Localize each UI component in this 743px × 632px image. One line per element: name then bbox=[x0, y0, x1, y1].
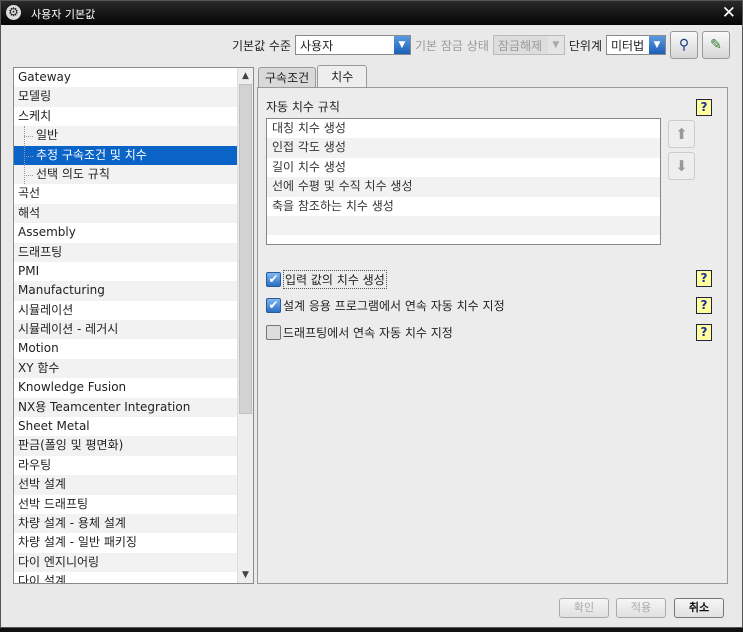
list-item[interactable]: 선에 수평 및 수직 치수 생성 bbox=[267, 177, 660, 197]
gear-icon: ⚙ bbox=[6, 5, 21, 20]
help-icon[interactable]: ? bbox=[696, 270, 712, 287]
checkbox[interactable] bbox=[266, 325, 281, 340]
lock-state-label: 기본 잠금 상태 bbox=[415, 38, 489, 53]
tree-item[interactable]: 시뮬레이션 bbox=[14, 301, 237, 320]
list-item[interactable]: 인접 각도 생성 bbox=[267, 138, 660, 158]
scroll-up-icon[interactable]: ▲ bbox=[238, 68, 253, 84]
dimensions-panel: 자동 치수 규칙 ? 대칭 치수 생성 인접 각도 생성 길이 치수 생성 선에… bbox=[257, 87, 728, 584]
tab-bar: 구속조건 치수 bbox=[258, 65, 368, 88]
tree-item[interactable]: 모델링 bbox=[14, 87, 237, 107]
tree-item[interactable]: 라우팅 bbox=[14, 456, 237, 475]
checkbox[interactable]: ✔ bbox=[266, 298, 281, 313]
tab-constraints[interactable]: 구속조건 bbox=[258, 67, 317, 88]
default-level-label: 기본값 수준 bbox=[231, 38, 291, 53]
help-icon[interactable]: ? bbox=[696, 324, 712, 341]
arrow-down-icon: ⬇ bbox=[675, 157, 688, 175]
tree-item[interactable]: 드래프팅 bbox=[14, 242, 237, 262]
tree-item[interactable]: 선박 드래프팅 bbox=[14, 495, 237, 514]
wand-icon: ✎ bbox=[710, 37, 722, 53]
default-level-value: 사용자 bbox=[300, 38, 334, 53]
units-select[interactable]: 미터법 ▼ bbox=[606, 35, 666, 55]
list-item[interactable]: 대칭 치수 생성 bbox=[267, 119, 660, 138]
lock-state-value: 잠금해제 bbox=[497, 38, 543, 53]
binoculars-button[interactable]: ⚲ bbox=[670, 31, 698, 59]
window-title: 사용자 기본값 bbox=[31, 8, 96, 21]
cancel-button[interactable]: 취소 bbox=[674, 598, 724, 618]
title-bar: ⚙ 사용자 기본값 ✕ bbox=[1, 1, 742, 25]
tree-item[interactable]: NX용 Teamcenter Integration bbox=[14, 397, 237, 418]
tree-item[interactable]: 스케치 bbox=[14, 107, 237, 126]
toolbar: 기본값 수준 사용자 ▼ 기본 잠금 상태 잠금해제 ▼ 단위계 미터법 ▼ ⚲… bbox=[231, 31, 730, 59]
taskbar-edge bbox=[0, 628, 743, 632]
section-title: 자동 치수 규칙 bbox=[266, 100, 340, 114]
list-item[interactable]: 축을 참조하는 치수 생성 bbox=[267, 197, 660, 216]
tree-item[interactable]: PMI bbox=[14, 262, 237, 281]
tree-item[interactable]: 다이 설계 bbox=[14, 572, 237, 583]
tree-item[interactable]: 다이 엔지니어링 bbox=[14, 552, 237, 573]
tree-item[interactable]: Manufacturing bbox=[14, 281, 237, 301]
tree-item[interactable]: 선택 의도 규칙 bbox=[14, 164, 237, 185]
tree-item[interactable]: Motion bbox=[14, 339, 237, 358]
option-continuous-auto-dim-drafting[interactable]: 드래프팅에서 연속 자동 치수 지정 bbox=[266, 324, 453, 341]
tree-item[interactable]: 판금(폴잉 및 평면화) bbox=[14, 436, 237, 456]
tree-item[interactable]: 추정 구속조건 및 치수 bbox=[14, 145, 237, 166]
tree-item[interactable]: Gateway bbox=[14, 68, 237, 87]
option-create-input-dimensions[interactable]: ✔ 입력 값의 치수 생성 bbox=[266, 270, 387, 289]
default-level-select[interactable]: 사용자 ▼ bbox=[295, 35, 411, 55]
move-down-button[interactable]: ⬇ bbox=[668, 152, 695, 180]
tree-item[interactable]: Knowledge Fusion bbox=[14, 378, 237, 397]
tree-item[interactable]: XY 함수 bbox=[14, 358, 237, 379]
move-up-button[interactable]: ⬆ bbox=[668, 120, 695, 148]
option-label: 설계 응용 프로그램에서 연속 자동 치수 지정 bbox=[283, 299, 505, 313]
manager-button[interactable]: ✎ bbox=[702, 31, 730, 59]
tree-item[interactable]: Assembly bbox=[14, 223, 237, 242]
option-label: 입력 값의 치수 생성 bbox=[283, 270, 387, 289]
close-icon[interactable]: ✕ bbox=[722, 3, 736, 23]
tree-item[interactable]: 해석 bbox=[14, 203, 237, 224]
tree-item[interactable]: Sheet Metal bbox=[14, 417, 237, 436]
tree-scrollbar[interactable]: ▲ ▼ bbox=[237, 68, 253, 583]
tree-item[interactable]: 곡선 bbox=[14, 184, 237, 203]
apply-button[interactable]: 적용 bbox=[616, 598, 666, 618]
chevron-down-icon: ▼ bbox=[394, 36, 410, 54]
lock-state-select: 잠금해제 ▼ bbox=[492, 35, 565, 55]
chevron-down-icon: ▼ bbox=[649, 36, 665, 54]
tree-item[interactable]: 선박 설계 bbox=[14, 475, 237, 495]
units-label: 단위계 bbox=[568, 38, 602, 53]
arrow-up-icon: ⬆ bbox=[675, 125, 688, 143]
scroll-thumb[interactable] bbox=[239, 84, 252, 414]
help-icon[interactable]: ? bbox=[696, 297, 712, 314]
ok-button[interactable]: 확인 bbox=[559, 598, 609, 618]
tree-item[interactable]: 일반 bbox=[14, 126, 237, 146]
units-value: 미터법 bbox=[611, 38, 645, 53]
chevron-down-icon: ▼ bbox=[547, 36, 564, 54]
tree-item[interactable]: 차량 설계 - 일반 패키징 bbox=[14, 533, 237, 552]
tab-dimensions[interactable]: 치수 bbox=[317, 65, 368, 87]
binoculars-icon: ⚲ bbox=[678, 37, 690, 53]
scroll-down-icon[interactable]: ▼ bbox=[238, 567, 253, 583]
category-tree[interactable]: Gateway 모델링 스케치 일반 추정 구속조건 및 치수 선택 의도 규칙 곡선 해석 A… bbox=[13, 67, 254, 584]
list-item[interactable]: 길이 치수 생성 bbox=[267, 158, 660, 177]
list-item-empty bbox=[267, 215, 660, 236]
help-icon[interactable]: ? bbox=[696, 99, 712, 116]
auto-dimension-rules-list[interactable]: 대칭 치수 생성 인접 각도 생성 길이 치수 생성 선에 수평 및 수직 치수… bbox=[266, 118, 661, 245]
tree-item[interactable]: 시뮬레이션 - 레거시 bbox=[14, 320, 237, 340]
tree-item[interactable]: 차량 설계 - 용체 설계 bbox=[14, 513, 237, 534]
option-label: 드래프팅에서 연속 자동 치수 지정 bbox=[283, 326, 453, 340]
option-continuous-auto-dim-design[interactable]: ✔ 설계 응용 프로그램에서 연속 자동 치수 지정 bbox=[266, 297, 505, 314]
user-defaults-dialog: ⚙ 사용자 기본값 ✕ 기본값 수준 사용자 ▼ 기본 잠금 상태 잠금해제 ▼… bbox=[0, 0, 743, 628]
checkbox[interactable]: ✔ bbox=[266, 272, 281, 287]
